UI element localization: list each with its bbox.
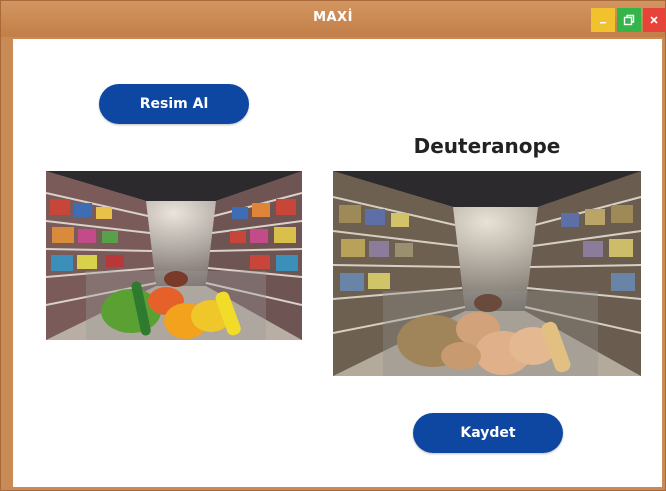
maximize-icon xyxy=(623,14,635,26)
deuteranope-image xyxy=(333,171,641,376)
close-icon xyxy=(649,15,659,25)
close-button[interactable] xyxy=(643,8,665,32)
original-image xyxy=(46,171,302,340)
capture-image-button[interactable]: Resim Al xyxy=(99,84,249,124)
minimize-icon xyxy=(598,15,608,25)
save-button[interactable]: Kaydet xyxy=(413,413,563,453)
filter-mode-label: Deuteranope xyxy=(413,134,561,158)
app-window: MAXİ Resim Al Deuteranope Kaydet xyxy=(0,0,666,491)
minimize-button[interactable] xyxy=(591,8,615,32)
title-bar[interactable]: MAXİ xyxy=(1,1,665,37)
maximize-button[interactable] xyxy=(617,8,641,32)
main-panel: Resim Al Deuteranope Kaydet xyxy=(13,39,662,487)
window-title: MAXİ xyxy=(313,10,353,25)
